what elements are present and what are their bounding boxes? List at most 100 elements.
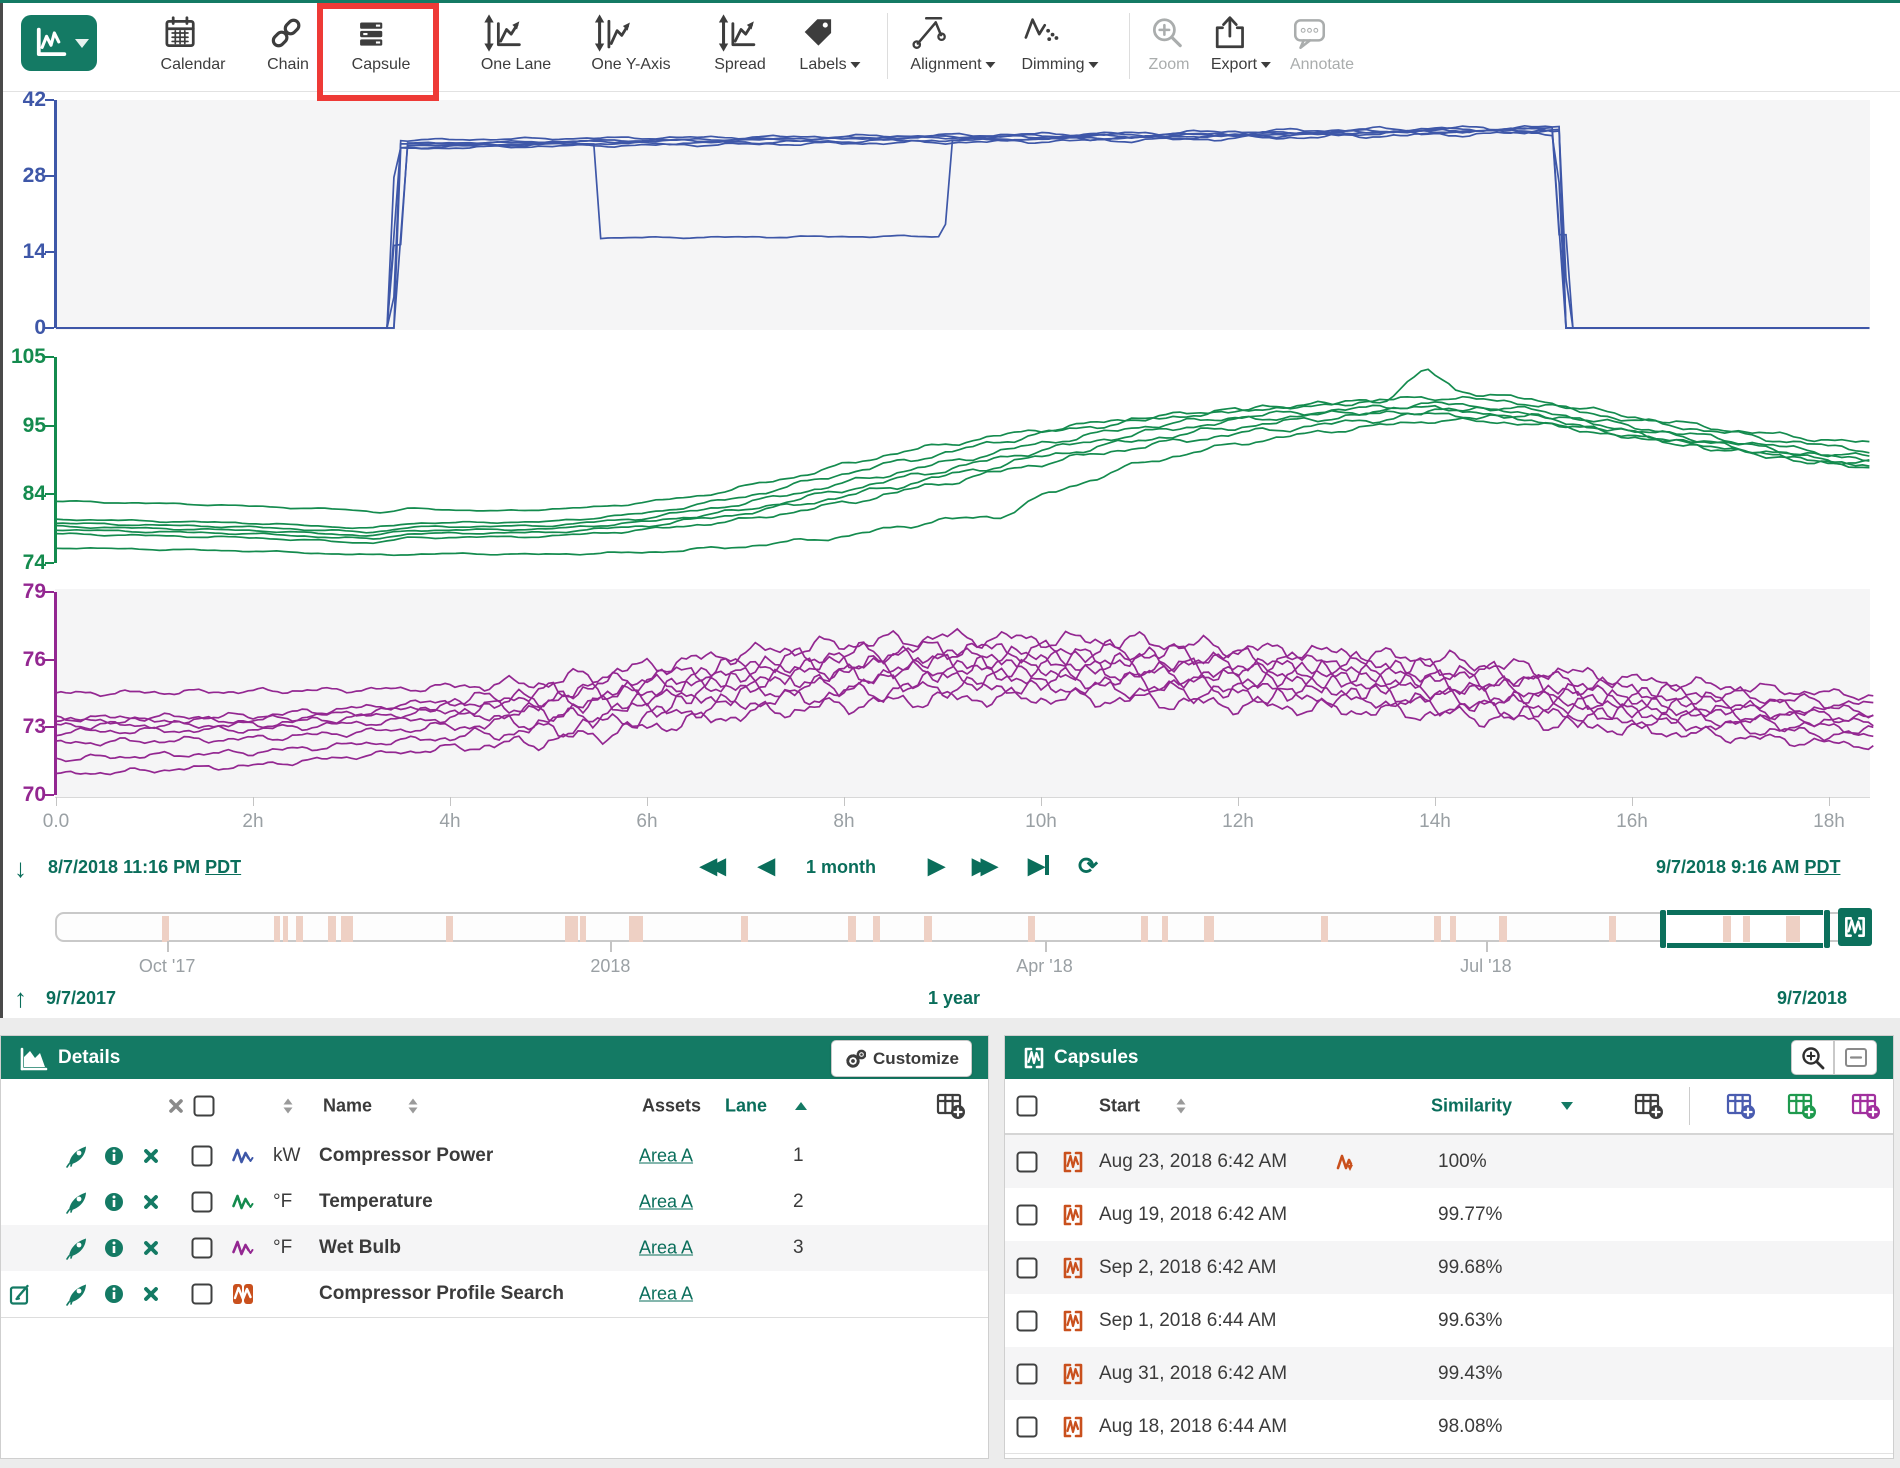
zoom-out-range-icon[interactable]: ↓ bbox=[14, 853, 27, 884]
column-similarity[interactable]: Similarity bbox=[1431, 1096, 1512, 1117]
edit-icon[interactable] bbox=[9, 1283, 32, 1306]
details-row-4[interactable]: Compressor Profile SearchArea A bbox=[1, 1271, 988, 1318]
capsule-row-4[interactable]: Sep 1, 2018 6:44 AM99.63% bbox=[1005, 1294, 1893, 1348]
add-signal-column-magenta-icon[interactable] bbox=[1851, 1092, 1881, 1120]
add-signal-column-green-icon[interactable] bbox=[1787, 1092, 1817, 1120]
column-name[interactable]: Name bbox=[323, 1096, 372, 1117]
step-forward-button[interactable]: ▶ bbox=[928, 853, 945, 879]
capsule-checkbox[interactable] bbox=[1017, 1204, 1038, 1225]
signal-icon bbox=[232, 1238, 255, 1258]
info-icon[interactable] bbox=[104, 1238, 124, 1258]
sort-lane-ascending-icon[interactable] bbox=[794, 1101, 808, 1111]
step-to-end-button[interactable]: ▶ bbox=[1028, 853, 1049, 879]
asset-swap-icon[interactable] bbox=[65, 1282, 89, 1306]
column-lane[interactable]: Lane bbox=[725, 1096, 767, 1117]
y-axis-1[interactable] bbox=[54, 100, 57, 328]
capsules-collapse-button[interactable] bbox=[1834, 1040, 1877, 1075]
timezone-link-end[interactable]: PDT bbox=[1804, 857, 1840, 877]
asset-swap-icon[interactable] bbox=[65, 1190, 89, 1214]
remove-icon[interactable] bbox=[143, 1240, 159, 1256]
asset-swap-icon[interactable] bbox=[65, 1236, 89, 1260]
row-checkbox[interactable] bbox=[192, 1146, 213, 1167]
add-signal-column-blue-icon[interactable] bbox=[1726, 1092, 1756, 1120]
select-all-checkbox[interactable] bbox=[194, 1096, 215, 1117]
info-icon[interactable] bbox=[104, 1192, 124, 1212]
toolbar-one-lane[interactable]: One Lane bbox=[481, 11, 551, 74]
column-assets[interactable]: Assets bbox=[642, 1096, 701, 1117]
trend-view-button[interactable] bbox=[21, 15, 97, 71]
asset-link[interactable]: Area A bbox=[639, 1146, 693, 1167]
remove-icon[interactable] bbox=[143, 1286, 159, 1302]
toolbar-chain[interactable]: Chain bbox=[267, 11, 309, 74]
capsule-row-5[interactable]: Aug 31, 2018 6:42 AM99.43% bbox=[1005, 1347, 1893, 1401]
customize-button[interactable]: Customize bbox=[831, 1040, 972, 1077]
remove-icon[interactable] bbox=[143, 1148, 159, 1164]
display-range-start[interactable]: 8/7/2018 11:16 PM PDT bbox=[48, 857, 241, 878]
step-back-button[interactable]: ◀ bbox=[758, 853, 775, 879]
timeline-capsule-time-button[interactable] bbox=[1838, 908, 1872, 946]
details-row-1[interactable]: kWCompressor PowerArea A1 bbox=[1, 1133, 988, 1180]
trend-chart[interactable]: 4228140105958474797673700.02h4h6h8h10h12… bbox=[0, 91, 1900, 803]
step-back-many-button[interactable]: ◀◀ bbox=[700, 853, 718, 879]
details-row-3[interactable]: °FWet BulbArea A3 bbox=[1, 1225, 988, 1272]
row-checkbox[interactable] bbox=[192, 1192, 213, 1213]
toolbar-alignment[interactable]: Alignment bbox=[910, 11, 995, 74]
y-tick-mark bbox=[45, 99, 54, 101]
remove-icon[interactable] bbox=[143, 1194, 159, 1210]
info-icon[interactable] bbox=[104, 1284, 124, 1304]
investigate-start[interactable]: 9/7/2017 bbox=[46, 988, 116, 1009]
details-row-2[interactable]: °FTemperatureArea A2 bbox=[1, 1179, 988, 1226]
expand-range-icon[interactable]: ↑ bbox=[14, 983, 27, 1014]
column-start[interactable]: Start bbox=[1099, 1096, 1140, 1117]
add-column-icon[interactable] bbox=[936, 1092, 966, 1120]
selection-right-handle[interactable] bbox=[1824, 910, 1830, 948]
asset-link[interactable]: Area A bbox=[639, 1192, 693, 1213]
row-checkbox[interactable] bbox=[192, 1284, 213, 1305]
selection-left-handle[interactable] bbox=[1660, 910, 1666, 948]
capsule-checkbox[interactable] bbox=[1017, 1257, 1038, 1278]
capsule-row-6[interactable]: Aug 18, 2018 6:44 AM98.08% bbox=[1005, 1400, 1893, 1454]
toolbar-export[interactable]: Export bbox=[1211, 11, 1271, 74]
capsule-checkbox[interactable] bbox=[1017, 1151, 1038, 1172]
timeline-selection[interactable] bbox=[1660, 910, 1830, 948]
unit-label: °F bbox=[273, 1237, 292, 1259]
display-range-end[interactable]: 9/7/2018 9:16 AM PDT bbox=[1656, 857, 1840, 878]
toolbar-item-label: Dimming bbox=[1021, 56, 1098, 74]
toolbar-item-label: Labels bbox=[799, 56, 860, 74]
capsule-checkbox[interactable] bbox=[1017, 1416, 1038, 1437]
asset-swap-icon[interactable] bbox=[65, 1144, 89, 1168]
capsules-zoom-button[interactable] bbox=[1791, 1040, 1834, 1075]
full-range-timeline[interactable] bbox=[55, 912, 1868, 942]
investigate-end[interactable]: 9/7/2018 bbox=[1777, 988, 1847, 1009]
y-axis-3[interactable] bbox=[54, 592, 57, 795]
capsule-row-2[interactable]: Aug 19, 2018 6:42 AM99.77% bbox=[1005, 1188, 1893, 1242]
capsules-select-all-checkbox[interactable] bbox=[1017, 1096, 1038, 1117]
sort-start-icon[interactable] bbox=[1175, 1098, 1187, 1115]
toolbar-dimming[interactable]: Dimming bbox=[1021, 11, 1098, 74]
asset-link[interactable]: Area A bbox=[639, 1238, 693, 1259]
timezone-link[interactable]: PDT bbox=[205, 857, 241, 877]
toolbar-labels[interactable]: Labels bbox=[799, 11, 860, 74]
toolbar-spread[interactable]: Spread bbox=[714, 11, 766, 74]
investigate-duration[interactable]: 1 year bbox=[928, 988, 980, 1009]
toolbar-calendar[interactable]: Calendar bbox=[161, 11, 226, 74]
capsule-checkbox[interactable] bbox=[1017, 1363, 1038, 1384]
row-checkbox[interactable] bbox=[192, 1238, 213, 1259]
capsule-row-1[interactable]: Aug 23, 2018 6:42 AM100% bbox=[1005, 1135, 1893, 1189]
toolbar-capsule[interactable]: Capsule bbox=[352, 11, 411, 74]
capsule-checkbox[interactable] bbox=[1017, 1310, 1038, 1331]
sort-icon[interactable] bbox=[282, 1098, 294, 1115]
capsule-row-3[interactable]: Sep 2, 2018 6:42 AM99.68% bbox=[1005, 1241, 1893, 1295]
capsule-stripe bbox=[1499, 916, 1507, 942]
remove-all-icon[interactable] bbox=[168, 1098, 184, 1114]
duration-label[interactable]: 1 month bbox=[806, 857, 876, 878]
step-forward-many-button[interactable]: ▶▶ bbox=[972, 853, 990, 879]
sort-name-icon[interactable] bbox=[407, 1098, 419, 1115]
sort-similarity-descending-icon[interactable] bbox=[1560, 1101, 1574, 1111]
asset-link[interactable]: Area A bbox=[639, 1284, 693, 1305]
capsules-add-column-icon[interactable] bbox=[1634, 1092, 1664, 1120]
refresh-icon[interactable]: ⟳ bbox=[1078, 852, 1098, 881]
toolbar-one-y-axis[interactable]: One Y-Axis bbox=[591, 11, 670, 74]
info-icon[interactable] bbox=[104, 1146, 124, 1166]
y-axis-2[interactable] bbox=[54, 357, 57, 563]
